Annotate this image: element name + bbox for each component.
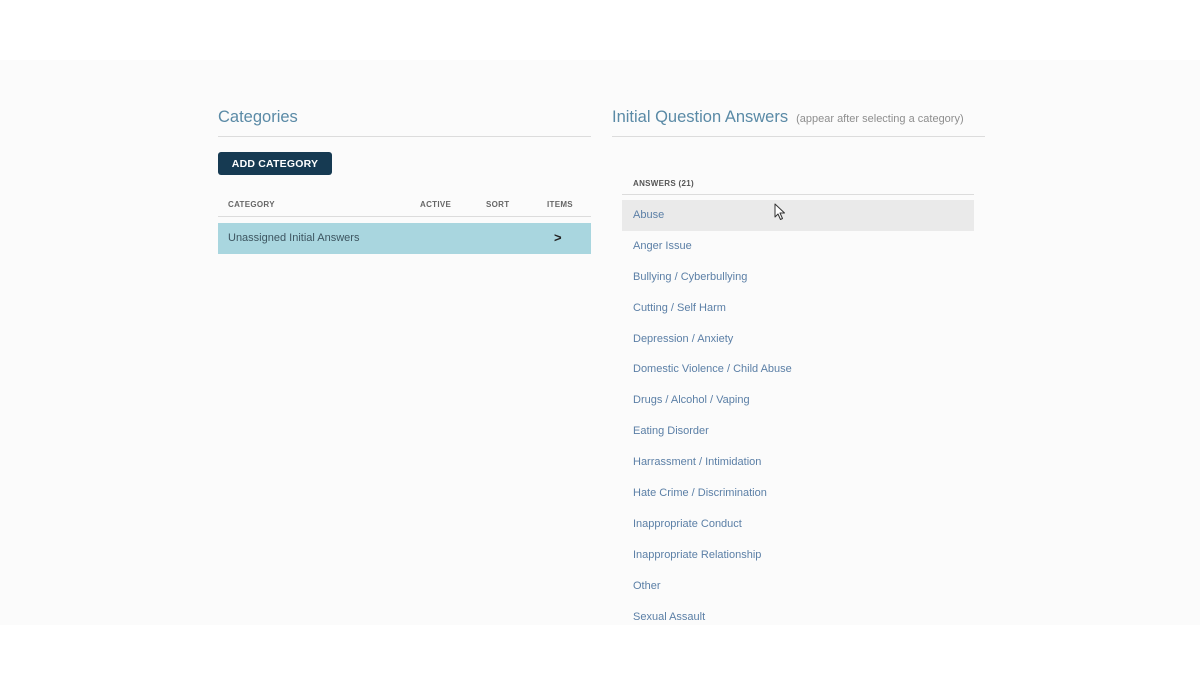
categories-panel: Categories ADD CATEGORY CATEGORY ACTIVE … (218, 102, 591, 254)
answers-list: Abuse Anger Issue Bullying / Cyberbullyi… (622, 200, 974, 625)
expand-arrow-icon[interactable]: > (554, 230, 562, 245)
answer-item-abuse[interactable]: Abuse (622, 200, 974, 231)
answers-table-header: ANSWERS (21) (622, 176, 974, 195)
answer-item-other[interactable]: Other (622, 571, 974, 602)
answer-item-harrassment[interactable]: Harrassment / Intimidation (622, 447, 974, 478)
answer-item-hate-crime[interactable]: Hate Crime / Discrimination (622, 478, 974, 509)
add-category-button[interactable]: ADD CATEGORY (218, 152, 332, 175)
answer-item-inappropriate-relationship[interactable]: Inappropriate Relationship (622, 540, 974, 571)
mouse-pointer-icon (774, 203, 785, 220)
answers-title-text: Initial Question Answers (612, 108, 789, 126)
answer-item-drugs[interactable]: Drugs / Alcohol / Vaping (622, 385, 974, 416)
column-header-sort: SORT (486, 200, 510, 209)
answer-item-sexual-assault[interactable]: Sexual Assault (622, 602, 974, 625)
answers-count-label: ANSWERS (21) (633, 179, 694, 188)
column-header-active: ACTIVE (420, 200, 452, 209)
answer-item-inappropriate-conduct[interactable]: Inappropriate Conduct (622, 509, 974, 540)
column-header-items: ITEMS (547, 200, 573, 209)
answers-subtitle: (appear after selecting a category) (796, 113, 964, 125)
answer-item-anger-issue[interactable]: Anger Issue (622, 231, 974, 262)
answer-item-domestic-violence[interactable]: Domestic Violence / Child Abuse (622, 354, 974, 385)
answer-item-depression[interactable]: Depression / Anxiety (622, 324, 974, 355)
answer-item-bullying[interactable]: Bullying / Cyberbullying (622, 262, 974, 293)
categories-title: Categories (218, 102, 591, 137)
page-content: Categories ADD CATEGORY CATEGORY ACTIVE … (0, 60, 1200, 625)
answers-panel: Initial Question Answers (appear after se… (612, 102, 985, 623)
categories-table-header: CATEGORY ACTIVE SORT ITEMS (218, 194, 591, 217)
answers-title: Initial Question Answers (appear after se… (612, 102, 985, 137)
column-header-category: CATEGORY (228, 200, 275, 209)
answer-item-cutting[interactable]: Cutting / Self Harm (622, 293, 974, 324)
category-row-unassigned[interactable]: Unassigned Initial Answers > (218, 223, 591, 254)
category-name: Unassigned Initial Answers (228, 232, 360, 244)
answer-item-eating-disorder[interactable]: Eating Disorder (622, 416, 974, 447)
